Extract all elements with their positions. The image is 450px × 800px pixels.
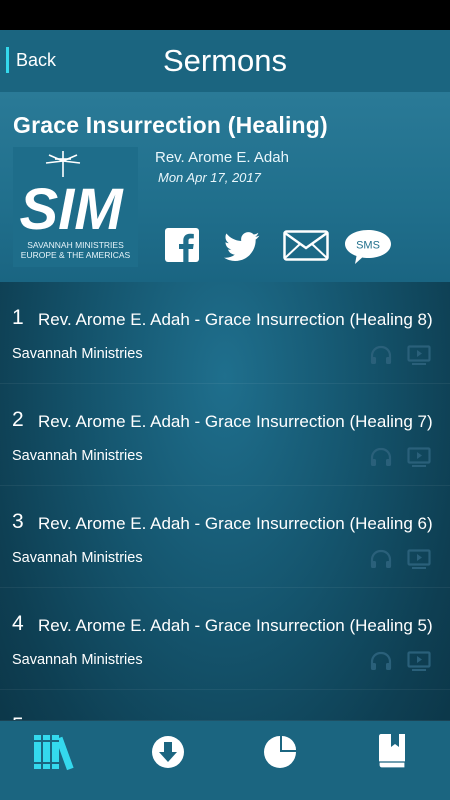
page-title: Sermons	[162, 43, 288, 78]
logo-caption-line2: EUROPE & THE AMERICAS	[20, 250, 131, 260]
item-title: Rev. Arome E. Adah - Grace Insurrection …	[38, 616, 433, 635]
item-subtitle: Savannah Ministries	[12, 346, 143, 362]
sermon-header: Grace Insurrection (Healing) SIM SAVANNA…	[0, 92, 450, 282]
twitter-icon[interactable]	[224, 232, 260, 267]
tab-bookmarks[interactable]	[336, 721, 448, 800]
item-index: 4	[12, 612, 24, 635]
item-index: 2	[12, 408, 24, 431]
item-subtitle: Savannah Ministries	[12, 652, 143, 668]
list-item[interactable]: 5	[0, 690, 450, 721]
ministry-logo: SIM SAVANNAH MINISTRIES EUROPE & THE AME…	[13, 147, 138, 267]
item-index: 1	[12, 306, 24, 329]
tab-stats[interactable]	[224, 721, 336, 800]
video-screen-icon[interactable]	[407, 651, 431, 676]
item-title: Rev. Arome E. Adah - Grace Insurrection …	[38, 412, 433, 431]
video-screen-icon[interactable]	[407, 345, 431, 370]
video-screen-icon[interactable]	[407, 549, 431, 574]
tab-library[interactable]	[0, 721, 112, 800]
list-item[interactable]: 2 Rev. Arome E. Adah - Grace Insurrectio…	[0, 384, 450, 486]
tab-bar	[0, 721, 450, 800]
item-subtitle: Savannah Ministries	[12, 448, 143, 464]
item-subtitle: Savannah Ministries	[12, 550, 143, 566]
video-screen-icon[interactable]	[407, 447, 431, 472]
list-item[interactable]: 3 Rev. Arome E. Adah - Grace Insurrectio…	[0, 486, 450, 588]
sermon-title: Grace Insurrection (Healing)	[13, 112, 328, 138]
sms-icon[interactable]: SMS	[344, 229, 392, 270]
email-icon[interactable]	[283, 230, 329, 266]
headphones-icon[interactable]	[369, 447, 393, 472]
headphones-icon[interactable]	[369, 651, 393, 676]
sermon-date: Mon Apr 17, 2017	[158, 170, 261, 185]
list-item[interactable]: 1 Rev. Arome E. Adah - Grace Insurrectio…	[0, 282, 450, 384]
logo-caption-line1: SAVANNAH MINISTRIES	[27, 240, 124, 250]
facebook-icon[interactable]	[165, 228, 199, 267]
logo-letters: SIM	[19, 177, 124, 242]
headphones-icon[interactable]	[369, 345, 393, 370]
sms-label: SMS	[356, 240, 380, 252]
status-bar	[0, 0, 450, 30]
item-index: 5	[12, 714, 24, 720]
tab-downloads[interactable]	[112, 721, 224, 800]
item-index: 3	[12, 510, 24, 533]
headphones-icon[interactable]	[369, 549, 393, 574]
nav-bar: Back Sermons	[0, 30, 450, 92]
sermon-speaker: Rev. Arome E. Adah	[155, 149, 289, 166]
item-title: Rev. Arome E. Adah - Grace Insurrection …	[38, 514, 433, 533]
list-item[interactable]: 4 Rev. Arome E. Adah - Grace Insurrectio…	[0, 588, 450, 690]
item-title: Rev. Arome E. Adah - Grace Insurrection …	[38, 310, 433, 329]
logo-caption: SAVANNAH MINISTRIES EUROPE & THE AMERICA…	[13, 240, 138, 260]
